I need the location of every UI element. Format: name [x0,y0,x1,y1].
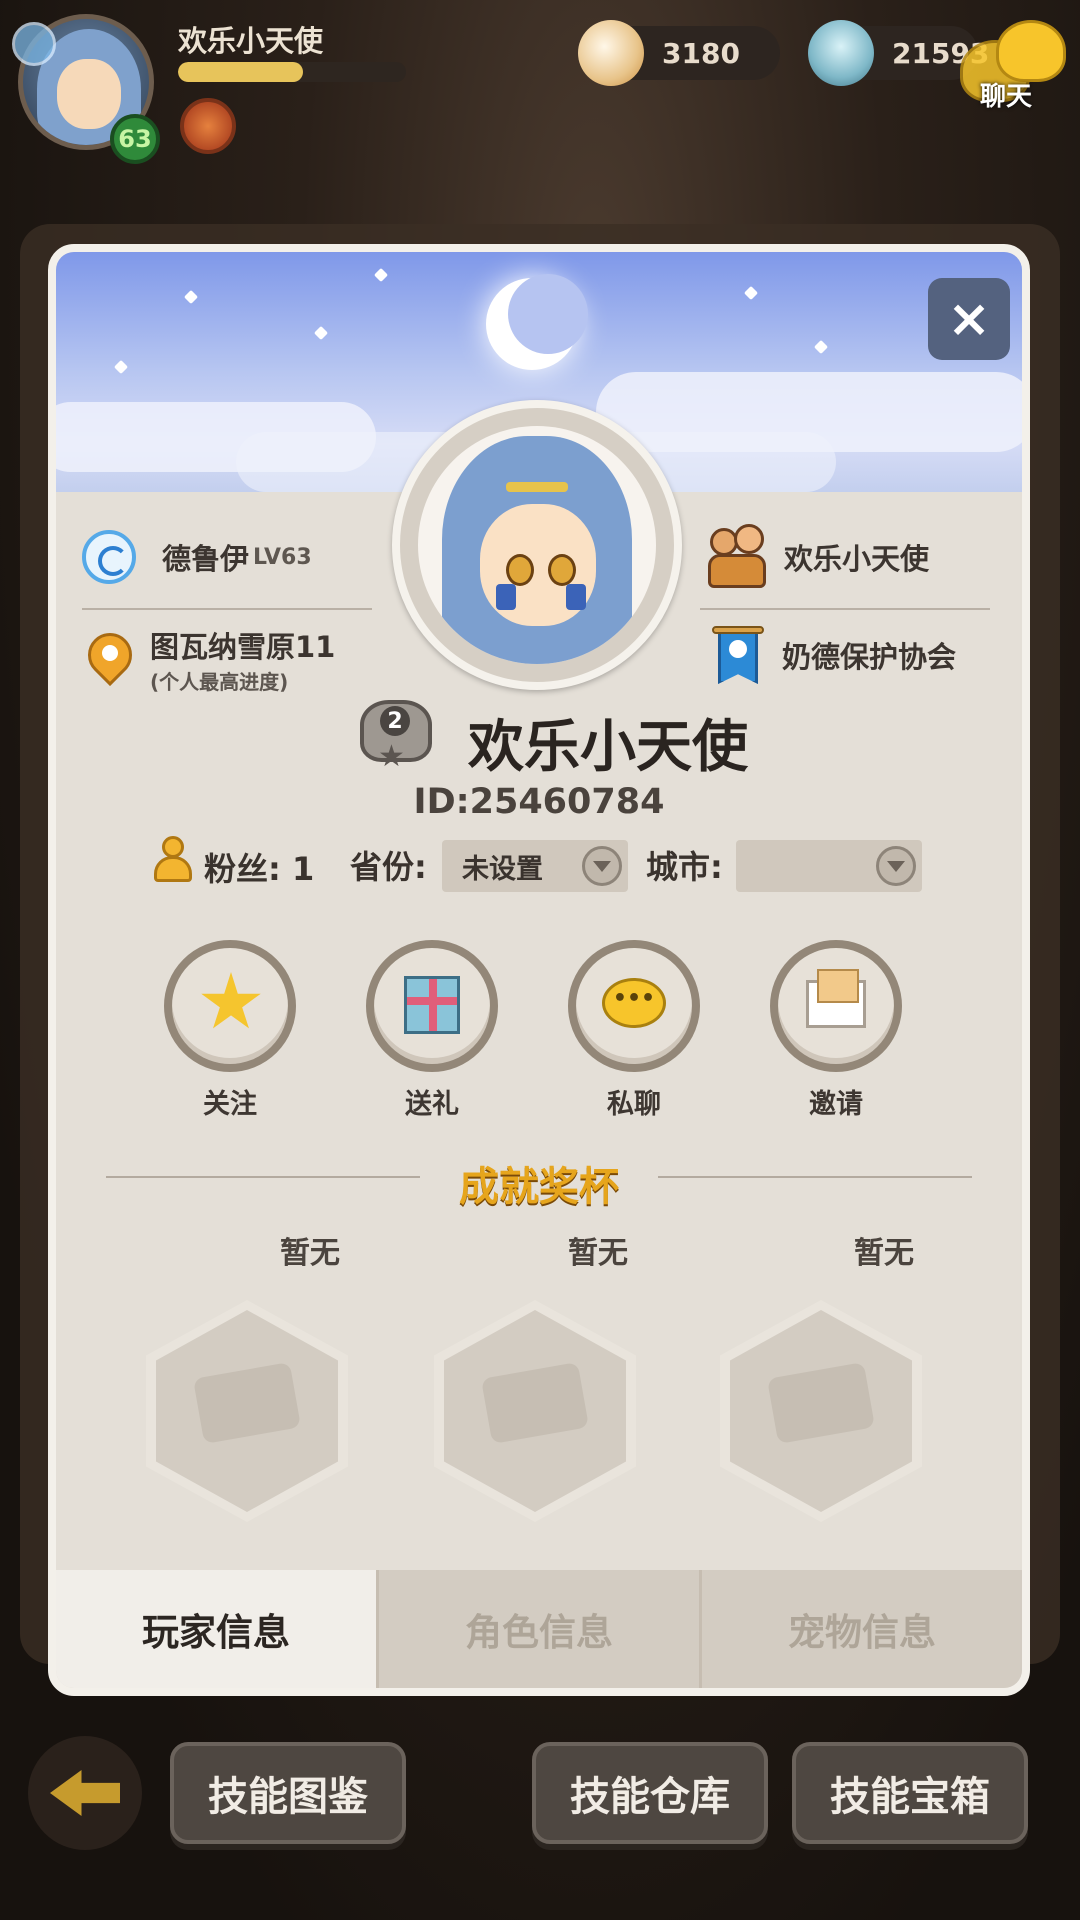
skill-storage-button[interactable]: 技能仓库 [532,1742,768,1844]
partner-name: 欢乐小天使 [784,542,930,576]
province-value: 未设置 [462,853,543,885]
rank-badge-icon: 2 ★ [356,694,438,776]
trophy-slot[interactable] [434,1300,636,1522]
gift-icon [404,976,460,1034]
skill-chest-button[interactable]: 技能宝箱 [792,1742,1028,1844]
rank-number: 2 [380,706,410,736]
fans-body [154,856,192,882]
portrait-hair-ornament [506,482,568,492]
clam-shell-icon [808,20,874,86]
follow-label: 关注 [203,1089,257,1120]
province-select[interactable]: 未设置 [442,840,628,892]
location-pin-icon [88,633,132,687]
info-divider [700,608,990,610]
chat-button[interactable]: 聊天 [960,14,1078,112]
currency-shells[interactable]: 21593 [808,20,989,86]
city-select[interactable] [736,840,922,892]
chat-bubble-icon [996,20,1066,82]
back-button[interactable] [28,1736,142,1850]
moon-shadow [508,274,588,354]
guild-info[interactable]: 奶德保护协会 [712,624,956,686]
trophy-label: 暂无 [568,1236,628,1271]
guild-rod [712,626,764,634]
chevron-down-icon [876,846,916,886]
rank-star-icon: ★ [378,739,405,774]
class-name: 德鲁伊 [162,542,250,576]
city-label: 城市: [646,848,723,886]
location-text: 图瓦纳雪原11 (个人最高进度) [150,624,335,695]
tab-character-info[interactable]: 角色信息 [379,1570,702,1688]
couple-head-b [734,524,764,554]
location-name: 图瓦纳雪原11 [150,630,336,664]
chevron-down-icon [582,846,622,886]
envelope-icon [806,969,866,1028]
partner-info[interactable]: 欢乐小天使 [706,524,929,590]
star-decoration [313,325,329,341]
class-icon [12,22,56,66]
guild-emblem [729,640,747,658]
fire-badge-icon[interactable] [180,98,236,154]
profile-tabs: 玩家信息 角色信息 宠物信息 [56,1570,1022,1688]
player-display-name: 欢乐小天使 [468,715,748,780]
star-icon [201,972,261,1029]
follow-button[interactable] [164,940,296,1072]
star-decoration [113,359,129,375]
player-profile-panel: × 德鲁伊 LV63 图瓦纳雪原11 (个人最高进度) 欢乐小天使 奶德保护协会 [48,244,1030,1696]
tab-pet-info[interactable]: 宠物信息 [702,1570,1022,1688]
location-info[interactable]: 图瓦纳雪原11 (个人最高进度) [88,624,335,695]
private-chat-button[interactable]: ••• [568,940,700,1072]
xp-bar [178,62,406,82]
close-icon: × [947,289,991,349]
guild-name: 奶德保护协会 [782,640,957,674]
player-id: ID:25460784 [413,782,665,822]
invite-button[interactable] [770,940,902,1072]
achievement-title: 成就奖杯 [459,1164,619,1210]
couple-body [708,554,766,588]
tab-player-info[interactable]: 玩家信息 [56,1570,379,1688]
xp-fill [178,62,304,82]
province-label: 省份: [350,848,427,886]
druid-class-icon [82,530,136,584]
avatar-face [57,59,121,129]
chat-label: 聊天 [980,82,1033,112]
class-info: 德鲁伊 LV63 [82,530,312,584]
trophy-slot[interactable] [720,1300,922,1522]
invite-label: 邀请 [809,1089,863,1120]
star-decoration [743,285,759,301]
player-name: 欢乐小天使 [178,24,324,58]
currency-pearls[interactable]: 3180 [578,20,780,86]
fans-count: 粉丝: 1 [204,844,314,890]
portrait-face-paint [496,584,516,610]
star-decoration [813,339,829,355]
guild-banner-icon [712,624,764,686]
private-chat-label: 私聊 [607,1089,661,1120]
fans-icon [152,836,192,882]
close-button[interactable]: × [928,278,1010,360]
star-decoration [373,267,389,283]
trophy-label: 暂无 [280,1236,340,1271]
fans-value: 1 [291,850,315,888]
portrait-eye [506,554,534,586]
chat-bubble-icon: ••• [602,978,666,1028]
skill-codex-button[interactable]: 技能图鉴 [170,1742,406,1844]
info-divider [82,608,372,610]
trophy-label: 暂无 [854,1236,914,1271]
portrait-image [418,426,656,664]
portrait-eye [548,554,576,586]
level-badge: 63 [110,114,160,164]
location-note: (个人最高进度) [150,670,289,694]
fans-label: 粉丝: [204,850,281,888]
couple-icon [706,524,768,590]
class-level: LV63 [253,544,312,570]
fans-head [162,836,184,858]
portrait-face-paint [566,584,586,610]
pearl-shell-icon [578,20,644,86]
gift-label: 送礼 [405,1089,459,1120]
trophy-slot[interactable] [146,1300,348,1522]
star-decoration [183,289,199,305]
character-portrait [392,400,682,690]
back-arrow-icon [50,1770,120,1816]
gift-button[interactable] [366,940,498,1072]
